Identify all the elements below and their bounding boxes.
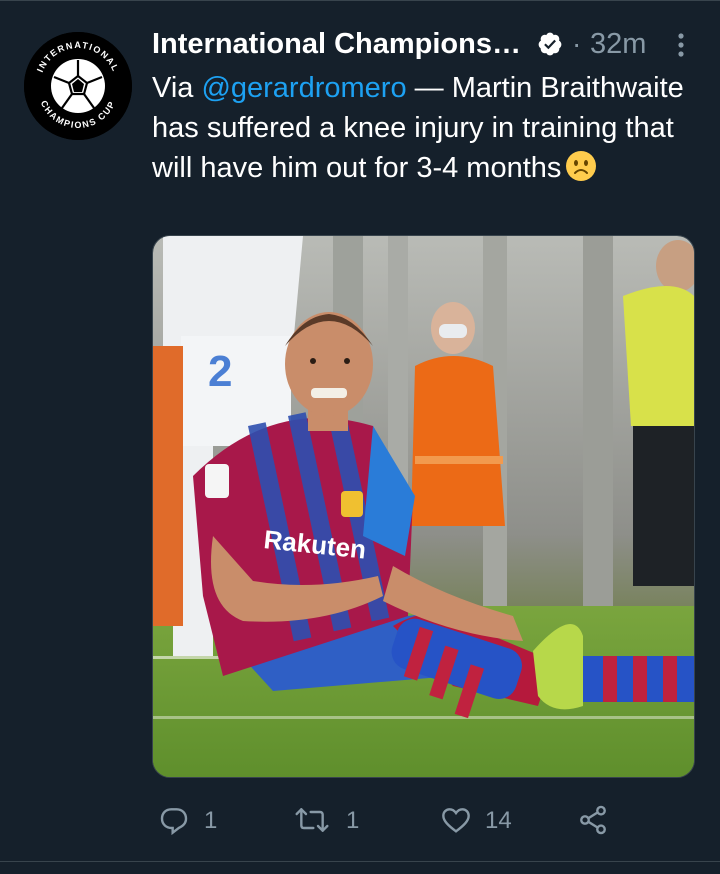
avatar[interactable]: INTERNATIONAL CHAMPIONS CUP — [24, 32, 132, 140]
injured-player-photo: 2 Rakuten — [153, 236, 694, 777]
time-separator: · — [572, 28, 582, 59]
bottom-divider — [0, 861, 720, 862]
share-icon — [580, 805, 606, 835]
reply-count: 1 — [204, 807, 218, 834]
author-display-name[interactable]: International Champions… — [152, 28, 521, 61]
verified-badge-icon — [538, 32, 562, 56]
like-button[interactable]: 14 — [437, 796, 537, 846]
tweet-media-photo[interactable]: 2 Rakuten — [152, 235, 695, 778]
champions-cup-logo: INTERNATIONAL CHAMPIONS CUP — [24, 32, 132, 140]
tweet-text-prefix: Via — [152, 72, 202, 104]
heart-icon — [442, 808, 470, 833]
more-options-icon[interactable] — [674, 30, 688, 60]
reply-button[interactable]: 1 — [152, 796, 242, 846]
reply-icon — [160, 808, 188, 836]
slightly-frowning-face-icon — [566, 151, 597, 181]
retweet-count: 1 — [346, 807, 360, 834]
tweet-timestamp[interactable]: 32m — [590, 28, 646, 61]
background-player-number: 2 — [208, 347, 232, 396]
like-count: 14 — [485, 807, 512, 834]
tweet-text: Via @gerardromero — Martin Braithwaite h… — [152, 68, 697, 188]
mention-link[interactable]: @gerardromero — [201, 72, 406, 104]
tweet-header: International Champions… · 32m — [152, 22, 702, 68]
retweet-button[interactable]: 1 — [292, 796, 382, 846]
tweet[interactable]: INTERNATIONAL CHAMPIONS CUP Internationa… — [0, 0, 720, 874]
retweet-icon — [295, 808, 329, 832]
share-button[interactable] — [574, 796, 624, 846]
tweet-actions: 1 1 14 — [152, 796, 712, 846]
